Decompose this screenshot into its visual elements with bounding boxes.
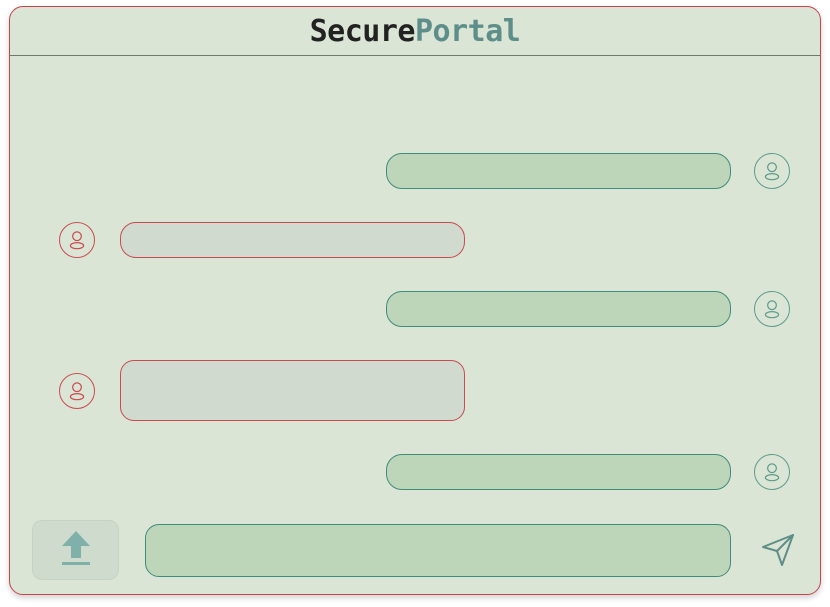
incoming-message-bubble [120,222,465,258]
outgoing-message-bubble [386,291,731,327]
user-avatar-icon [754,291,790,327]
incoming-message-bubble [120,360,465,421]
app-title-primary: Secure [309,13,416,49]
upload-button[interactable] [32,520,119,580]
user-avatar-icon [754,454,790,490]
send-button[interactable] [758,531,798,571]
app-title: SecurePortal [309,13,521,49]
message-input[interactable] [145,524,731,577]
header-bar: SecurePortal [10,7,820,56]
user-avatar-icon [754,153,790,189]
contact-avatar-icon [59,373,95,409]
chat-window: SecurePortal [9,6,821,595]
app-title-accent: Portal [415,13,521,49]
upload-icon [59,529,93,571]
contact-avatar-icon [59,222,95,258]
outgoing-message-bubble [386,153,731,189]
outgoing-message-bubble [386,454,731,490]
send-icon [760,531,796,571]
